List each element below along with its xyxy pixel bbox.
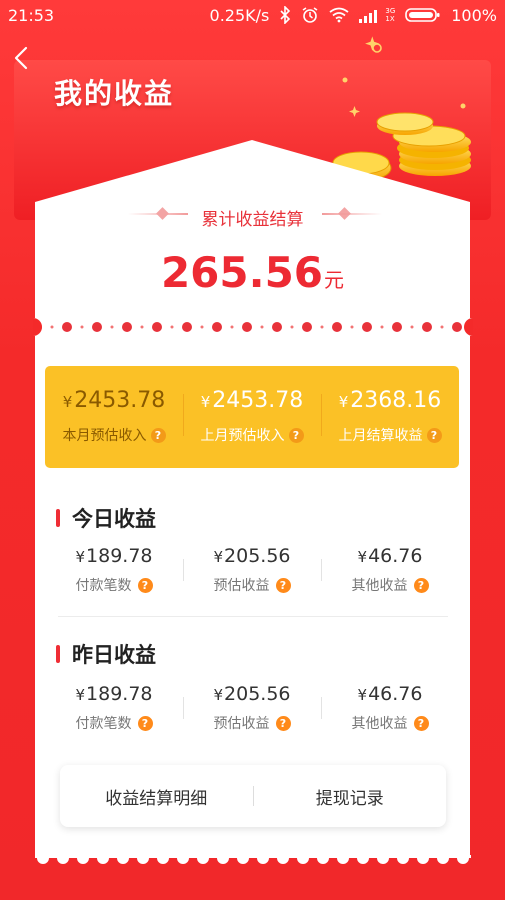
total-amount: 265.56元 bbox=[0, 248, 505, 297]
stat-item[interactable]: ¥189.78 付款笔数? bbox=[45, 683, 183, 733]
today-section-title: 今日收益 bbox=[56, 503, 156, 533]
stat-value: ¥189.78 bbox=[75, 545, 153, 567]
perforation-divider bbox=[32, 318, 473, 336]
stat-item[interactable]: ¥205.56 预估收益? bbox=[183, 545, 321, 595]
yesterday-stats: ¥189.78 付款笔数? ¥205.56 预估收益? ¥46.76 其他收益? bbox=[45, 683, 459, 733]
monthly-label: 上月预估收入? bbox=[201, 425, 304, 445]
battery-percent: 100% bbox=[451, 5, 497, 25]
help-icon[interactable]: ? bbox=[150, 427, 166, 443]
battery-icon bbox=[405, 7, 441, 23]
stat-item[interactable]: ¥189.78 付款笔数? bbox=[45, 545, 183, 595]
action-bar: 收益结算明细 提现记录 bbox=[60, 765, 446, 827]
today-stats: ¥189.78 付款笔数? ¥205.56 预估收益? ¥46.76 其他收益? bbox=[45, 545, 459, 595]
monthly-item[interactable]: ¥2368.16 上月结算收益? bbox=[321, 366, 459, 468]
signal-icon: 3G 1X bbox=[359, 7, 395, 23]
monthly-value: ¥2453.78 bbox=[200, 388, 304, 413]
page-title: 我的收益 bbox=[54, 77, 175, 110]
help-icon[interactable]: ? bbox=[137, 715, 153, 731]
section-divider bbox=[58, 616, 448, 617]
stat-value: ¥205.56 bbox=[213, 545, 291, 567]
bluetooth-icon bbox=[279, 6, 291, 24]
settlement-label: 累计收益结算 bbox=[201, 210, 304, 230]
help-icon[interactable]: ? bbox=[275, 577, 291, 593]
yesterday-section-title: 昨日收益 bbox=[56, 639, 156, 669]
help-icon[interactable]: ? bbox=[275, 715, 291, 731]
stat-value: ¥46.76 bbox=[357, 683, 423, 705]
stat-label: 预估收益? bbox=[214, 713, 291, 733]
stat-label: 预估收益? bbox=[214, 575, 291, 595]
monthly-summary: ¥2453.78 本月预估收入? ¥2453.78 上月预估收入? ¥2368.… bbox=[45, 366, 459, 468]
monthly-value: ¥2368.16 bbox=[338, 388, 442, 413]
withdrawal-records-button[interactable]: 提现记录 bbox=[254, 784, 447, 809]
status-time: 21:53 bbox=[8, 5, 55, 25]
monthly-value: ¥2453.78 bbox=[62, 388, 166, 413]
help-icon[interactable]: ? bbox=[137, 577, 153, 593]
network-type: 3G bbox=[385, 7, 396, 15]
sim-type: 1X bbox=[385, 15, 395, 23]
section-marker bbox=[56, 645, 60, 663]
stat-label: 付款笔数? bbox=[76, 575, 153, 595]
help-icon[interactable]: ? bbox=[288, 427, 304, 443]
settlement-detail-button[interactable]: 收益结算明细 bbox=[60, 784, 253, 809]
total-amount-value: 265.56 bbox=[160, 248, 324, 297]
stat-label: 其他收益? bbox=[352, 713, 429, 733]
help-icon[interactable]: ? bbox=[413, 577, 429, 593]
stat-value: ¥205.56 bbox=[213, 683, 291, 705]
card-bottom-edge bbox=[33, 852, 473, 864]
stat-label: 其他收益? bbox=[352, 575, 429, 595]
monthly-item[interactable]: ¥2453.78 本月预估收入? bbox=[45, 366, 183, 468]
back-button[interactable] bbox=[8, 42, 36, 74]
status-bar: 21:53 0.25K/s 3G 1X 100% bbox=[0, 0, 505, 30]
stat-item[interactable]: ¥46.76 其他收益? bbox=[321, 683, 459, 733]
help-icon[interactable]: ? bbox=[426, 427, 442, 443]
total-amount-unit: 元 bbox=[324, 268, 345, 292]
network-speed: 0.25K/s bbox=[209, 5, 270, 25]
monthly-label: 本月预估收入? bbox=[63, 425, 166, 445]
monthly-item[interactable]: ¥2453.78 上月预估收入? bbox=[183, 366, 321, 468]
divider-right bbox=[322, 213, 382, 215]
alarm-icon bbox=[301, 6, 319, 24]
stat-value: ¥189.78 bbox=[75, 683, 153, 705]
help-icon[interactable]: ? bbox=[413, 715, 429, 731]
stat-label: 付款笔数? bbox=[76, 713, 153, 733]
summary-card bbox=[35, 140, 470, 340]
wifi-icon bbox=[329, 7, 349, 23]
stat-value: ¥46.76 bbox=[357, 545, 423, 567]
section-marker bbox=[56, 509, 60, 527]
monthly-label: 上月结算收益? bbox=[339, 425, 442, 445]
stat-item[interactable]: ¥205.56 预估收益? bbox=[183, 683, 321, 733]
stat-item[interactable]: ¥46.76 其他收益? bbox=[321, 545, 459, 595]
chevron-left-icon bbox=[14, 46, 28, 70]
